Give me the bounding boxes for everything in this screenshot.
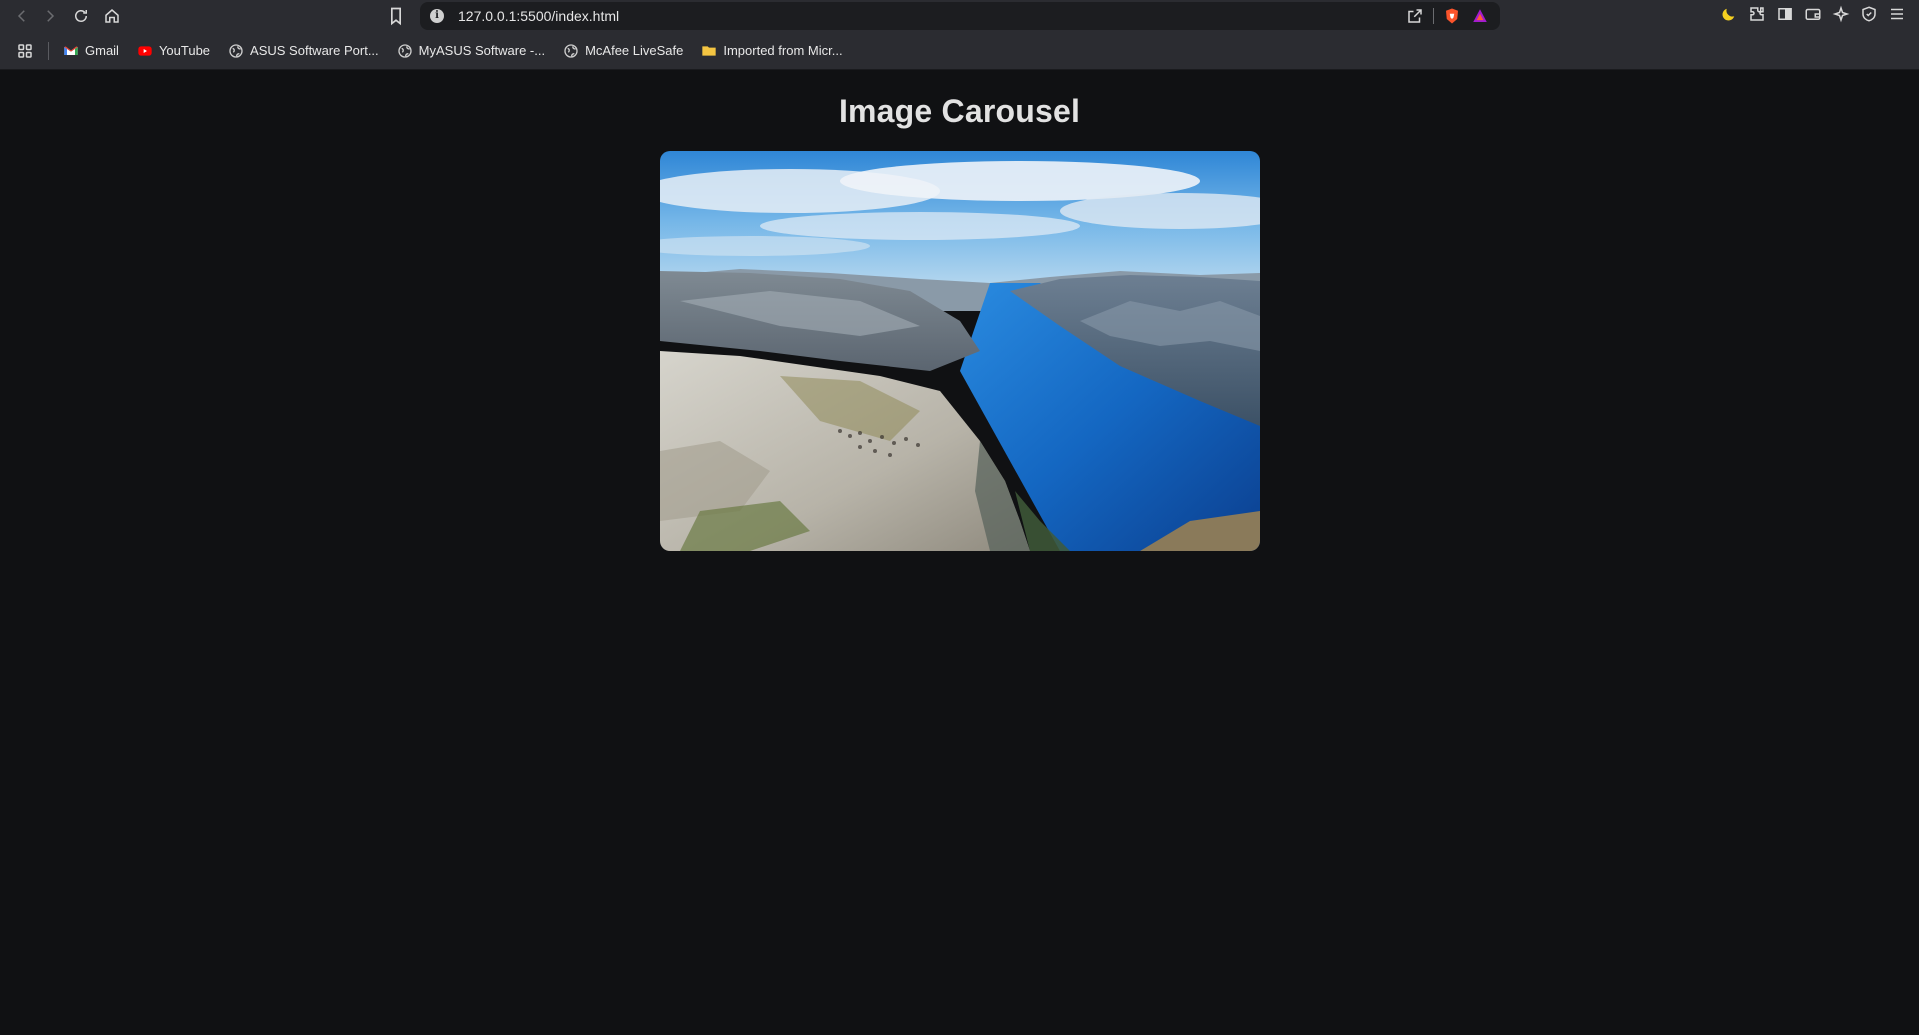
url-text[interactable]: 127.0.0.1:5500/index.html xyxy=(458,8,619,24)
bookmark-label: MyASUS Software -... xyxy=(418,43,546,58)
back-button[interactable] xyxy=(10,4,34,28)
globe-icon xyxy=(563,43,579,59)
home-icon xyxy=(105,9,119,23)
address-bar[interactable]: i 127.0.0.1:5500/index.html xyxy=(420,2,1500,30)
bookmark-label: YouTube xyxy=(158,43,211,58)
brave-rewards-icon[interactable] xyxy=(1470,6,1490,26)
gmail-icon xyxy=(63,43,79,59)
bookmark-page-button[interactable] xyxy=(386,6,406,26)
wallet-icon[interactable] xyxy=(1803,4,1823,24)
bookmark-asus-software-portal[interactable]: ASUS Software Port... xyxy=(228,39,379,63)
bookmarks-divider xyxy=(48,41,49,60)
browser-right-tools xyxy=(1719,4,1907,24)
page-title: Image Carousel xyxy=(838,93,1081,129)
sidebar-toggle-icon[interactable] xyxy=(1775,4,1795,24)
vpn-shield-icon[interactable] xyxy=(1859,4,1879,24)
bookmark-myasus-software[interactable]: MyASUS Software -... xyxy=(397,39,545,63)
youtube-icon xyxy=(137,43,153,59)
apps-grid-icon[interactable] xyxy=(14,40,36,62)
brave-shields-icon[interactable] xyxy=(1442,6,1462,26)
page-content: Image Carousel xyxy=(0,71,1919,1035)
leo-ai-icon[interactable] xyxy=(1831,4,1851,24)
image-carousel[interactable] xyxy=(660,151,1260,551)
reload-icon xyxy=(75,10,87,22)
reload-button[interactable] xyxy=(69,4,93,28)
forward-button[interactable] xyxy=(38,4,62,28)
bookmark-label: McAfee LiveSafe xyxy=(585,43,684,58)
menu-icon[interactable] xyxy=(1887,4,1907,24)
bookmark-icon xyxy=(391,7,401,26)
globe-icon xyxy=(397,43,413,59)
chevron-right-icon xyxy=(47,10,55,22)
folder-icon xyxy=(701,43,717,59)
bookmark-label: ASUS Software Port... xyxy=(250,43,379,58)
extensions-icon[interactable] xyxy=(1747,4,1767,24)
chevron-left-icon xyxy=(17,10,25,22)
share-icon[interactable] xyxy=(1405,6,1425,26)
bookmark-folder-imported[interactable]: Imported from Micr... xyxy=(701,39,843,63)
bookmark-label: Imported from Micr... xyxy=(723,43,843,58)
night-mode-icon[interactable] xyxy=(1719,4,1739,24)
bookmark-gmail[interactable]: Gmail xyxy=(63,39,119,63)
browser-toolbar: i 127.0.0.1:5500/index.html xyxy=(0,0,1919,32)
bookmark-mcafee-livesafe[interactable]: McAfee LiveSafe xyxy=(563,39,683,63)
bookmarks-bar: Gmail YouTube ASUS Software Port... MyAS… xyxy=(0,32,1919,70)
home-button[interactable] xyxy=(100,4,124,28)
bookmark-label: Gmail xyxy=(85,43,119,58)
globe-icon xyxy=(228,43,244,59)
site-info-icon[interactable]: i xyxy=(430,9,444,23)
toolbar-separator xyxy=(1433,8,1434,24)
carousel-image xyxy=(660,151,1260,551)
bookmark-youtube[interactable]: YouTube xyxy=(137,39,210,63)
